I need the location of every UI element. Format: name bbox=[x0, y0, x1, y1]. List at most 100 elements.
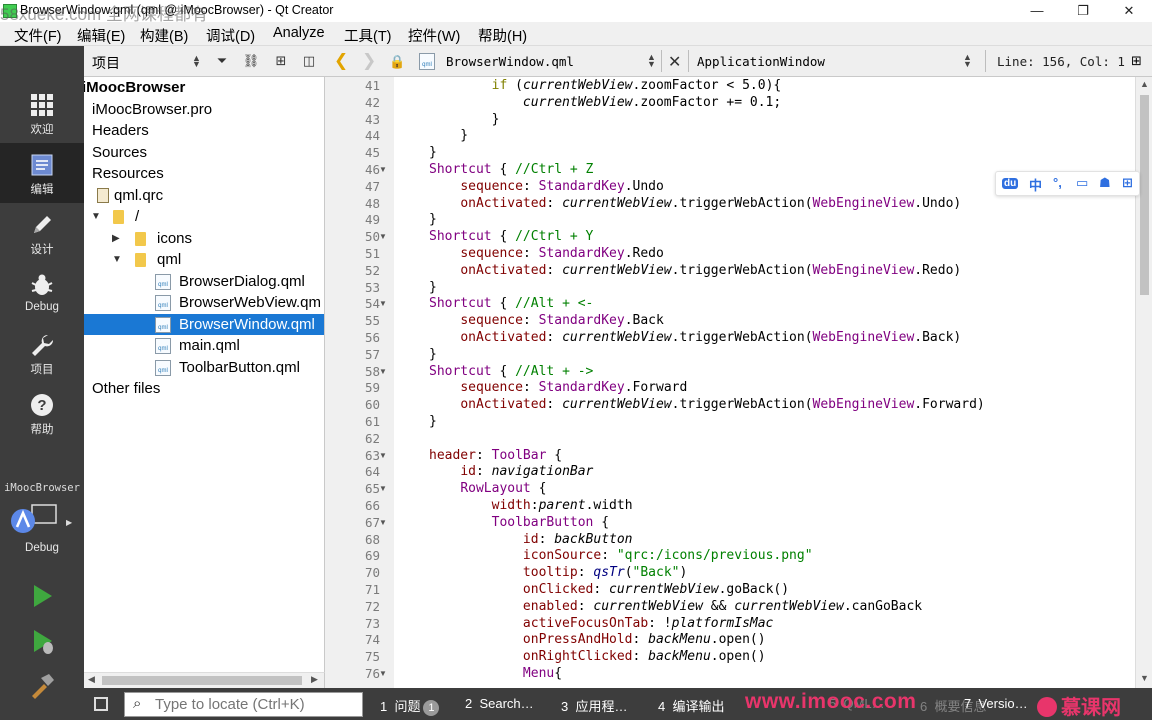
run-button[interactable] bbox=[28, 582, 56, 610]
folder-icon bbox=[113, 210, 124, 224]
tree-item-qml-folder[interactable]: ▼ qml bbox=[84, 249, 324, 270]
editor-vertical-scrollbar[interactable]: ▲ ▼ bbox=[1135, 77, 1152, 688]
ime-punctuation-icon[interactable]: °, bbox=[1053, 175, 1062, 190]
kit-selector[interactable]: ▶ Debug bbox=[0, 500, 84, 554]
line-number: 59 bbox=[364, 380, 380, 396]
fold-marker-icon[interactable]: ▼ bbox=[379, 481, 387, 498]
code-line: Shortcut { //Ctrl + Y bbox=[429, 229, 594, 245]
fold-marker-icon[interactable]: ▼ bbox=[379, 296, 387, 313]
tree-item-label: BrowserWindow.qml bbox=[179, 315, 315, 333]
folder-icon bbox=[135, 253, 146, 267]
symbol-combo-arrow-icon[interactable]: ▲ ▼ bbox=[963, 53, 972, 69]
debug-run-button[interactable] bbox=[28, 627, 56, 655]
tree-item-qrc[interactable]: qml.qrc bbox=[84, 185, 324, 206]
tree-item-pro-file[interactable]: iMoocBrowser.pro bbox=[84, 99, 324, 120]
scroll-right-icon[interactable]: ▶ bbox=[311, 674, 318, 685]
projects-view-selector[interactable]: 项目 bbox=[92, 53, 120, 73]
symbol-selector[interactable]: ApplicationWindow bbox=[697, 54, 825, 69]
build-hammer-button[interactable] bbox=[28, 672, 56, 700]
minimize-icon[interactable]: — bbox=[1014, 0, 1060, 22]
line-number: 72 bbox=[364, 598, 380, 614]
ime-keyboard-icon[interactable]: ▭ bbox=[1076, 175, 1088, 191]
scrollbar-thumb[interactable] bbox=[102, 676, 302, 685]
combo-updown-icon[interactable]: ▲ ▼ bbox=[192, 54, 201, 69]
collapsed-arrow-icon[interactable]: ▶ bbox=[112, 228, 120, 249]
mode-help[interactable]: ? 帮助 bbox=[0, 383, 84, 443]
tree-item-file[interactable]: qml BrowserDialog.qml bbox=[84, 271, 324, 292]
mode-debug[interactable]: Debug bbox=[0, 263, 84, 323]
tree-item-other-files[interactable]: Other files bbox=[84, 378, 324, 399]
line-number: 71 bbox=[364, 582, 380, 597]
scroll-up-icon[interactable]: ▲ bbox=[1140, 79, 1149, 89]
menu-file[interactable]: 文件(F) bbox=[14, 25, 62, 46]
filter-icon[interactable]: ⏷ bbox=[213, 52, 231, 70]
scroll-down-icon[interactable]: ▼ bbox=[1140, 673, 1149, 683]
toggle-sidebar-icon[interactable] bbox=[94, 697, 108, 711]
output-pane-compile[interactable]: 4 编译输出 bbox=[658, 696, 724, 715]
tree-item-root-prefix[interactable]: ▼ / bbox=[84, 206, 324, 227]
fold-marker-icon[interactable]: ▼ bbox=[379, 515, 387, 532]
output-pane-application[interactable]: 3 应用程… bbox=[561, 696, 627, 715]
tree-item-file[interactable]: qml main.qml bbox=[84, 335, 324, 356]
mode-projects[interactable]: 项目 bbox=[0, 323, 84, 383]
go-back-icon[interactable]: ❮ bbox=[334, 51, 348, 71]
tree-item-headers[interactable]: Headers bbox=[84, 120, 324, 141]
scrollbar-thumb[interactable] bbox=[1140, 95, 1149, 295]
code-editor[interactable]: 41 42 43 44 45 46 47 48 49 50 51 52 53 5… bbox=[325, 77, 1152, 688]
code-line: tooltip: qsTr("Back") bbox=[522, 565, 688, 581]
document-combo-arrow-icon[interactable]: ▲ ▼ bbox=[647, 53, 656, 69]
close-icon[interactable]: ✕ bbox=[1106, 0, 1152, 22]
ime-toolbox-icon[interactable]: ⊞ bbox=[1122, 175, 1133, 191]
link-icon[interactable]: ⛓ bbox=[242, 52, 260, 70]
close-document-icon[interactable]: ✕ bbox=[668, 52, 681, 72]
split-add-icon[interactable]: ⊞ bbox=[272, 52, 290, 70]
close-panel-icon[interactable]: ◫ bbox=[300, 52, 318, 70]
ime-logo-icon[interactable]: du bbox=[1002, 178, 1019, 189]
output-pane-search[interactable]: 2 Search… bbox=[465, 696, 534, 711]
code-line: } bbox=[429, 145, 437, 161]
tree-item-file[interactable]: qml ToolbarButton.qml bbox=[84, 357, 324, 378]
kit-project-name: iMoocBrowser bbox=[4, 482, 80, 494]
tree-item-file[interactable]: qml BrowserWebView.qm bbox=[84, 292, 324, 313]
menu-analyze[interactable]: Analyze bbox=[273, 25, 325, 41]
fold-marker-icon[interactable]: ▼ bbox=[379, 666, 387, 683]
mode-edit[interactable]: 编辑 bbox=[0, 143, 84, 203]
ime-skin-icon[interactable]: ☗ bbox=[1099, 175, 1111, 191]
ime-chinese-toggle[interactable]: 中 bbox=[1029, 175, 1042, 194]
open-document-selector[interactable]: BrowserWindow.qml bbox=[446, 54, 574, 69]
tree-item-label: qml bbox=[157, 251, 182, 268]
menu-tools[interactable]: 工具(T) bbox=[344, 25, 392, 46]
expanded-arrow-icon[interactable]: ▼ bbox=[112, 249, 122, 270]
fold-marker-icon[interactable]: ▼ bbox=[379, 162, 387, 179]
expanded-arrow-icon[interactable]: ▼ bbox=[91, 206, 101, 227]
watermark-brand: 慕课网 bbox=[1037, 691, 1121, 720]
cursor-position[interactable]: Line: 156, Col: 1 bbox=[997, 54, 1125, 69]
menu-widgets[interactable]: 控件(W) bbox=[408, 25, 460, 46]
split-editor-icon[interactable]: ⊞ bbox=[1131, 53, 1142, 69]
menu-build[interactable]: 构建(B) bbox=[140, 25, 188, 46]
folder-icon bbox=[135, 231, 146, 246]
output-pane-version-control[interactable]: 7 Versio… bbox=[964, 696, 1028, 711]
mode-design[interactable]: 设计 bbox=[0, 203, 84, 263]
tree-item-sources[interactable]: Sources bbox=[84, 142, 324, 163]
output-pane-issues[interactable]: 1 问题 1 bbox=[380, 696, 440, 716]
fold-marker-icon[interactable]: ▼ bbox=[379, 448, 387, 465]
maximize-icon[interactable]: ❐ bbox=[1060, 0, 1106, 22]
tree-item-file-selected[interactable]: qml BrowserWindow.qml bbox=[84, 313, 324, 335]
mode-label: 项目 bbox=[30, 364, 54, 376]
go-forward-icon[interactable]: ❯ bbox=[362, 51, 376, 71]
fold-marker-icon[interactable]: ▼ bbox=[379, 364, 387, 381]
locator[interactable]: ⌕ bbox=[124, 692, 363, 717]
project-tree-horizontal-scrollbar[interactable]: ◀ ▶ bbox=[84, 672, 325, 688]
tree-item-project-root[interactable]: iMoocBrowser bbox=[84, 77, 324, 98]
menu-debug[interactable]: 调试(D) bbox=[206, 25, 255, 46]
locator-input[interactable] bbox=[155, 695, 355, 714]
menu-edit[interactable]: 编辑(E) bbox=[77, 25, 125, 46]
fold-marker-icon[interactable]: ▼ bbox=[379, 229, 387, 246]
menu-help[interactable]: 帮助(H) bbox=[478, 25, 527, 46]
tree-item-icons-folder[interactable]: ▶ icons bbox=[84, 228, 324, 249]
code-line: } bbox=[429, 128, 469, 144]
mode-welcome[interactable]: 欢迎 bbox=[0, 83, 84, 143]
scroll-left-icon[interactable]: ◀ bbox=[88, 674, 95, 685]
tree-item-resources[interactable]: Resources bbox=[84, 163, 324, 184]
